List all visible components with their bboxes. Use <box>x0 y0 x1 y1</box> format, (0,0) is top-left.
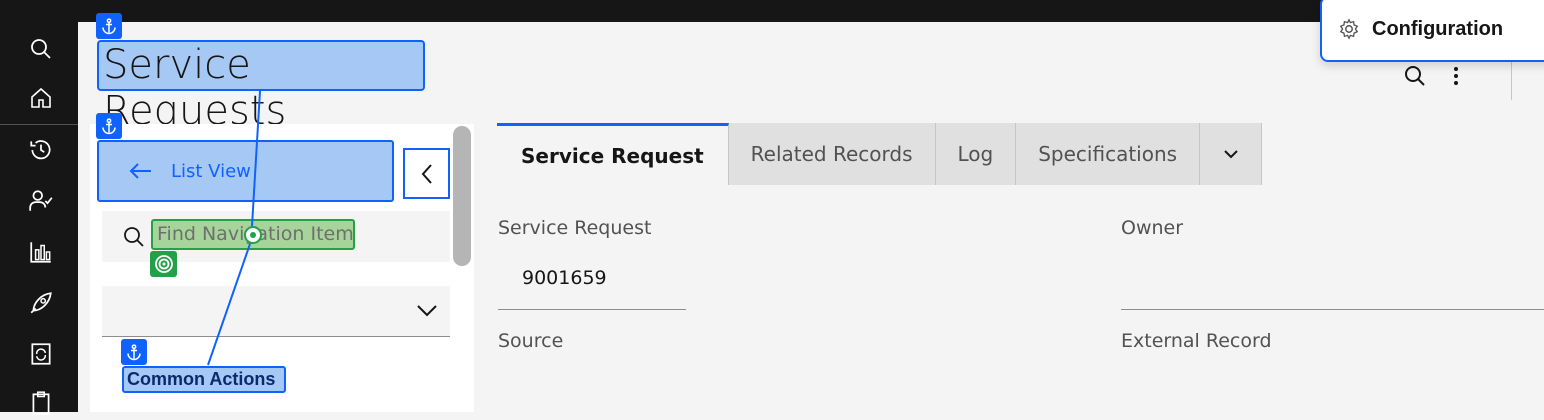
collapse-panel-button[interactable] <box>403 148 450 199</box>
scrollbar-thumb[interactable] <box>453 126 471 266</box>
service-request-label: Service Request <box>498 217 652 239</box>
header-search-icon[interactable] <box>1401 62 1429 90</box>
tab-related-records[interactable]: Related Records <box>728 123 936 185</box>
tab-specifications[interactable]: Specifications <box>1016 123 1201 185</box>
search-icon <box>122 225 146 249</box>
user-check-icon[interactable] <box>24 184 58 218</box>
list-view-label: List View <box>171 160 251 182</box>
header-divider <box>1511 60 1512 100</box>
common-actions-heading: Common Actions <box>122 366 286 393</box>
configuration-popup[interactable]: Configuration <box>1320 0 1544 62</box>
search-icon[interactable] <box>24 32 58 66</box>
rocket-icon[interactable] <box>24 286 58 320</box>
record-tabs: Service Request Related Records Log Spec… <box>497 123 1263 185</box>
refresh-icon[interactable] <box>24 337 58 371</box>
clipboard-icon[interactable] <box>24 386 58 420</box>
top-bar <box>0 0 1544 22</box>
overflow-menu-icon[interactable] <box>1442 62 1470 90</box>
gear-icon <box>1338 18 1360 40</box>
anchor-icon <box>96 13 122 39</box>
home-icon[interactable] <box>24 81 58 115</box>
chevron-left-icon <box>420 163 434 185</box>
source-label: Source <box>498 330 564 352</box>
external-record-label: External Record <box>1121 330 1272 352</box>
configuration-label: Configuration <box>1372 17 1504 40</box>
owner-label: Owner <box>1121 217 1184 239</box>
target-icon <box>150 251 177 277</box>
arrow-left-icon <box>129 162 153 180</box>
side-rail <box>0 22 78 415</box>
chevron-down-icon <box>416 303 438 317</box>
navigation-dropdown[interactable] <box>102 286 450 337</box>
tab-log[interactable]: Log <box>935 123 1017 185</box>
page-title: Service Requests <box>97 40 425 134</box>
report-icon[interactable] <box>24 235 58 269</box>
field-underline <box>498 309 686 310</box>
rail-divider <box>0 124 78 125</box>
recent-icon[interactable] <box>24 133 58 167</box>
service-request-value[interactable]: 9001659 <box>522 267 607 289</box>
navigation-search-input[interactable]: Find Navigation Item <box>151 219 355 250</box>
chevron-down-icon <box>1223 149 1239 159</box>
anchor-icon <box>96 113 122 139</box>
more-tabs-button[interactable] <box>1200 123 1263 185</box>
owner-field-underline[interactable] <box>1121 309 1544 310</box>
list-view-button[interactable]: List View <box>97 140 394 202</box>
anchor-icon <box>121 339 147 365</box>
tab-service-request[interactable]: Service Request <box>497 123 729 185</box>
